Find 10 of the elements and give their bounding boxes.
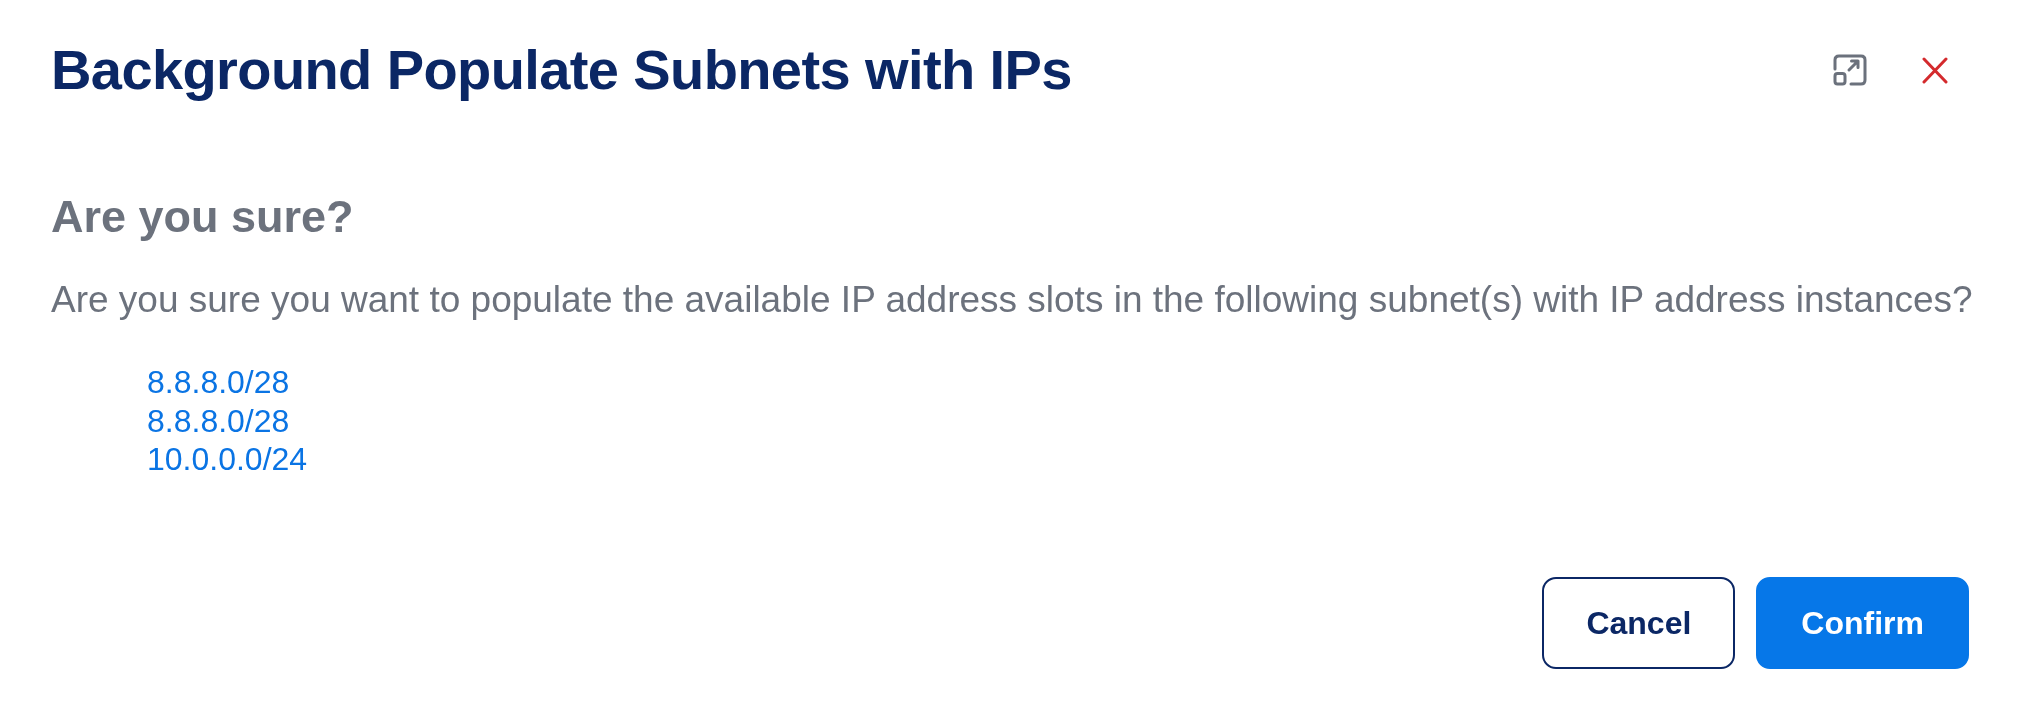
confirm-heading: Are you sure?	[51, 191, 354, 243]
confirm-message: Are you sure you want to populate the available IP address slots in the following subnet(s) with IP address instances?	[51, 278, 1973, 322]
expand-icon[interactable]	[1833, 54, 1867, 86]
close-icon[interactable]	[1922, 56, 1948, 84]
cancel-button[interactable]: Cancel	[1542, 577, 1736, 669]
subnet-link[interactable]: 10.0.0.0/24	[147, 440, 308, 479]
confirm-button[interactable]: Confirm	[1756, 577, 1969, 669]
dialog-title: Background Populate Subnets with IPs	[51, 38, 1072, 102]
subnet-link[interactable]: 8.8.8.0/28	[147, 363, 290, 402]
subnet-link[interactable]: 8.8.8.0/28	[147, 401, 290, 440]
